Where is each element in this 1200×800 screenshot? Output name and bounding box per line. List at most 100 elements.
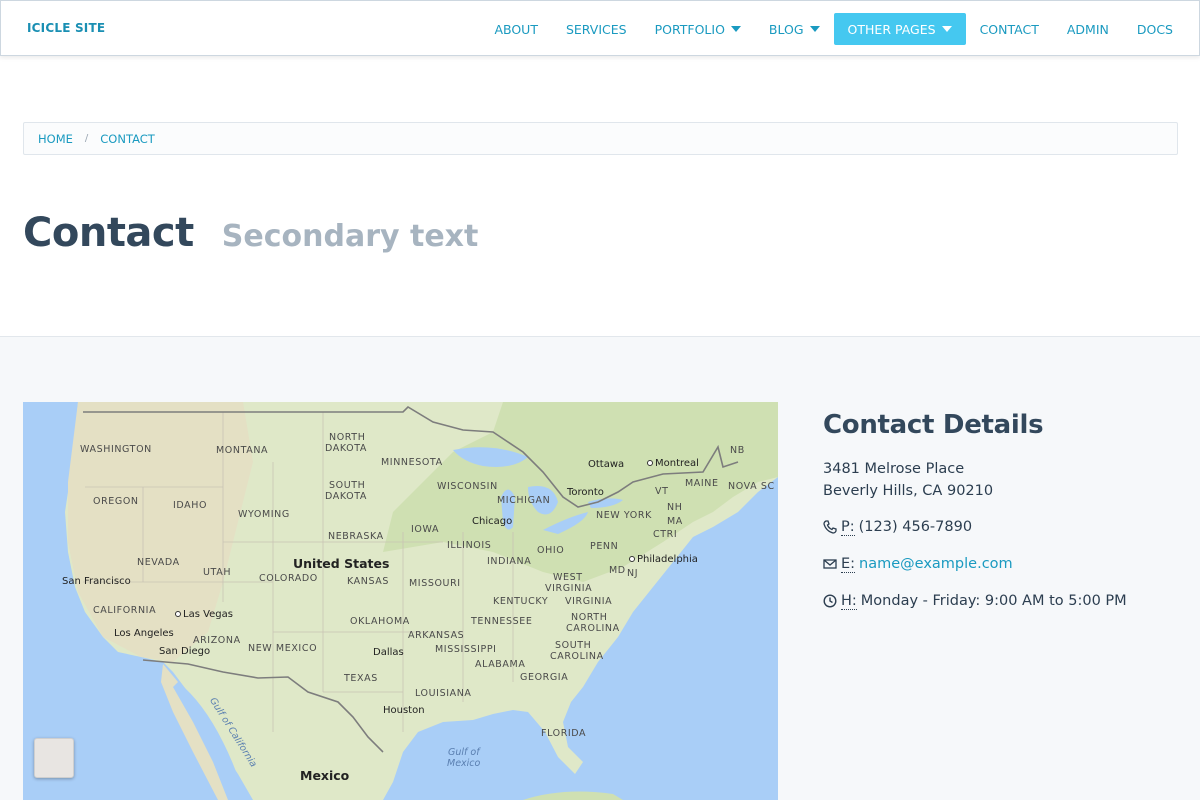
map-label-south-dakota-2: DAKOTA bbox=[325, 491, 367, 502]
map-city-philadelphia-label: Philadelphia bbox=[637, 554, 698, 565]
phone-row: P: (123) 456-7890 bbox=[823, 516, 1183, 538]
nav-contact[interactable]: CONTACT bbox=[966, 13, 1053, 45]
land-caribbean bbox=[523, 791, 623, 800]
map-label-south-carolina-1: SOUTH bbox=[555, 640, 592, 651]
nav-blog-label: BLOG bbox=[768, 21, 804, 37]
map-city-houston: Houston bbox=[383, 705, 425, 716]
map-label-new-mexico: NEW MEXICO bbox=[248, 643, 318, 654]
brand-logo[interactable]: ICICLE SITE bbox=[27, 21, 105, 35]
map-label-maine: MAINE bbox=[685, 478, 719, 489]
email-abbr: E: bbox=[841, 555, 856, 573]
nav-portfolio[interactable]: PORTFOLIO bbox=[641, 13, 755, 45]
map-label-new-york: NEW YORK bbox=[596, 510, 652, 521]
address-line-1: 3481 Melrose Place bbox=[823, 461, 965, 477]
page-subtitle: Secondary text bbox=[221, 219, 479, 254]
address-block: 3481 Melrose Place Beverly Hills, CA 902… bbox=[823, 458, 1183, 502]
map-label-alabama: ALABAMA bbox=[475, 659, 526, 670]
map-label-michigan: MICHIGAN bbox=[497, 495, 551, 506]
map-label-south-carolina-2: CAROLINA bbox=[550, 651, 604, 662]
map-city-chicago: Chicago bbox=[472, 516, 512, 527]
map-control-button[interactable] bbox=[34, 738, 74, 778]
map-label-minnesota: MINNESOTA bbox=[381, 457, 443, 468]
map-label-oklahoma: OKLAHOMA bbox=[350, 616, 410, 627]
map-label-gulf-of-mexico-2: Mexico bbox=[447, 758, 481, 769]
nav-other-pages[interactable]: OTHER PAGES bbox=[833, 13, 966, 45]
nav-about[interactable]: ABOUT bbox=[480, 13, 552, 45]
city-dot-icon bbox=[175, 611, 181, 617]
map-label-nj: NJ bbox=[627, 568, 639, 579]
page-title: Contact bbox=[23, 210, 194, 256]
address-line-2: Beverly Hills, CA 90210 bbox=[823, 483, 994, 499]
hours-abbr: H: bbox=[841, 592, 857, 610]
map-city-dallas-label: Dallas bbox=[373, 647, 404, 658]
caret-down-icon bbox=[941, 26, 952, 32]
map-label-gulf-of-mexico-1: Gulf of bbox=[448, 747, 480, 758]
map-label-washington: WASHINGTON bbox=[80, 444, 152, 455]
phone-abbr: P: bbox=[841, 518, 855, 536]
map-label-nb: NB bbox=[730, 445, 745, 456]
nav-about-label: ABOUT bbox=[494, 21, 538, 37]
breadcrumb-home[interactable]: HOME bbox=[38, 132, 73, 146]
nav-blog[interactable]: BLOG bbox=[755, 13, 834, 45]
map-label-colorado: COLORADO bbox=[259, 573, 318, 584]
map-label-iowa: IOWA bbox=[411, 524, 440, 535]
phone-icon bbox=[823, 520, 837, 534]
map-label-md: MD bbox=[609, 565, 626, 576]
business-hours: Monday - Friday: 9:00 AM to 5:00 PM bbox=[860, 593, 1127, 609]
map-label-north-carolina-2: CAROLINA bbox=[566, 623, 620, 634]
nav-admin-label: ADMIN bbox=[1066, 21, 1109, 37]
map-label-florida: FLORIDA bbox=[541, 728, 587, 739]
nav-admin[interactable]: ADMIN bbox=[1053, 13, 1123, 45]
map-city-los-angeles-label: Los Angeles bbox=[114, 628, 174, 639]
envelope-icon bbox=[823, 557, 837, 571]
map-city-philadelphia: Philadelphia bbox=[629, 554, 698, 565]
map-label-west-virginia-1: WEST bbox=[553, 572, 583, 583]
nav-services-label: SERVICES bbox=[565, 21, 627, 37]
map-label-montana: MONTANA bbox=[216, 445, 269, 456]
email-link[interactable]: name@example.com bbox=[859, 556, 1013, 572]
nav-docs-label: DOCS bbox=[1136, 21, 1173, 37]
caret-down-icon bbox=[809, 26, 820, 32]
breadcrumb: HOME / CONTACT bbox=[23, 122, 1178, 155]
email-row: E: name@example.com bbox=[823, 553, 1183, 575]
nav-services[interactable]: SERVICES bbox=[552, 13, 641, 45]
breadcrumb-current[interactable]: CONTACT bbox=[100, 132, 155, 146]
main-nav: ABOUT SERVICES PORTFOLIO BLOG OTHER PAGE… bbox=[480, 13, 1187, 45]
map-city-dallas: Dallas bbox=[373, 647, 404, 658]
map-city-san-francisco-label: San Francisco bbox=[62, 576, 131, 587]
map-city-houston-label: Houston bbox=[383, 705, 425, 716]
map-city-toronto-label: Toronto bbox=[567, 487, 604, 498]
map-city-san-francisco: San Francisco bbox=[62, 576, 131, 587]
map-city-los-angeles: Los Angeles bbox=[114, 628, 174, 639]
map-label-california: CALIFORNIA bbox=[93, 605, 157, 616]
caret-down-icon bbox=[730, 26, 741, 32]
map-city-ottawa: Ottawa bbox=[588, 459, 624, 470]
map-city-san-diego: San Diego bbox=[159, 646, 210, 657]
google-map[interactable]: WASHINGTON MONTANA NORTH DAKOTA MINNESOT… bbox=[23, 402, 778, 800]
map-label-idaho: IDAHO bbox=[173, 500, 208, 511]
page-header: Contact Secondary text bbox=[23, 210, 478, 256]
map-label-wisconsin: WISCONSIN bbox=[437, 481, 498, 492]
map-label-kentucky: KENTUCKY bbox=[493, 596, 549, 607]
contact-details: Contact Details 3481 Melrose Place Bever… bbox=[823, 410, 1183, 627]
map-label-ma: MA bbox=[667, 516, 683, 527]
map-label-illinois: ILLINOIS bbox=[447, 540, 492, 551]
map-city-chicago-label: Chicago bbox=[472, 516, 513, 527]
map-label-wyoming: WYOMING bbox=[238, 509, 290, 520]
map-label-north-carolina-1: NORTH bbox=[571, 612, 608, 623]
map-label-utah: UTAH bbox=[203, 567, 232, 578]
map-label-arizona: ARIZONA bbox=[193, 635, 241, 646]
clock-icon bbox=[823, 594, 837, 608]
map-city-toronto: Toronto bbox=[567, 487, 604, 498]
map-city-ottawa-label: Ottawa bbox=[588, 459, 625, 470]
nav-portfolio-label: PORTFOLIO bbox=[654, 21, 725, 37]
phone-number: (123) 456-7890 bbox=[858, 519, 973, 535]
map-label-ct: CTRI bbox=[653, 529, 678, 540]
map-label-north-dakota-1: NORTH bbox=[329, 432, 366, 443]
map-label-south-dakota-1: SOUTH bbox=[329, 480, 366, 491]
nav-docs[interactable]: DOCS bbox=[1123, 13, 1187, 45]
map-label-kansas: KANSAS bbox=[347, 576, 390, 587]
top-navbar: ICICLE SITE ABOUT SERVICES PORTFOLIO BLO… bbox=[0, 0, 1200, 56]
map-label-nebraska: NEBRASKA bbox=[328, 531, 384, 542]
map-city-san-diego-label: San Diego bbox=[159, 646, 211, 657]
